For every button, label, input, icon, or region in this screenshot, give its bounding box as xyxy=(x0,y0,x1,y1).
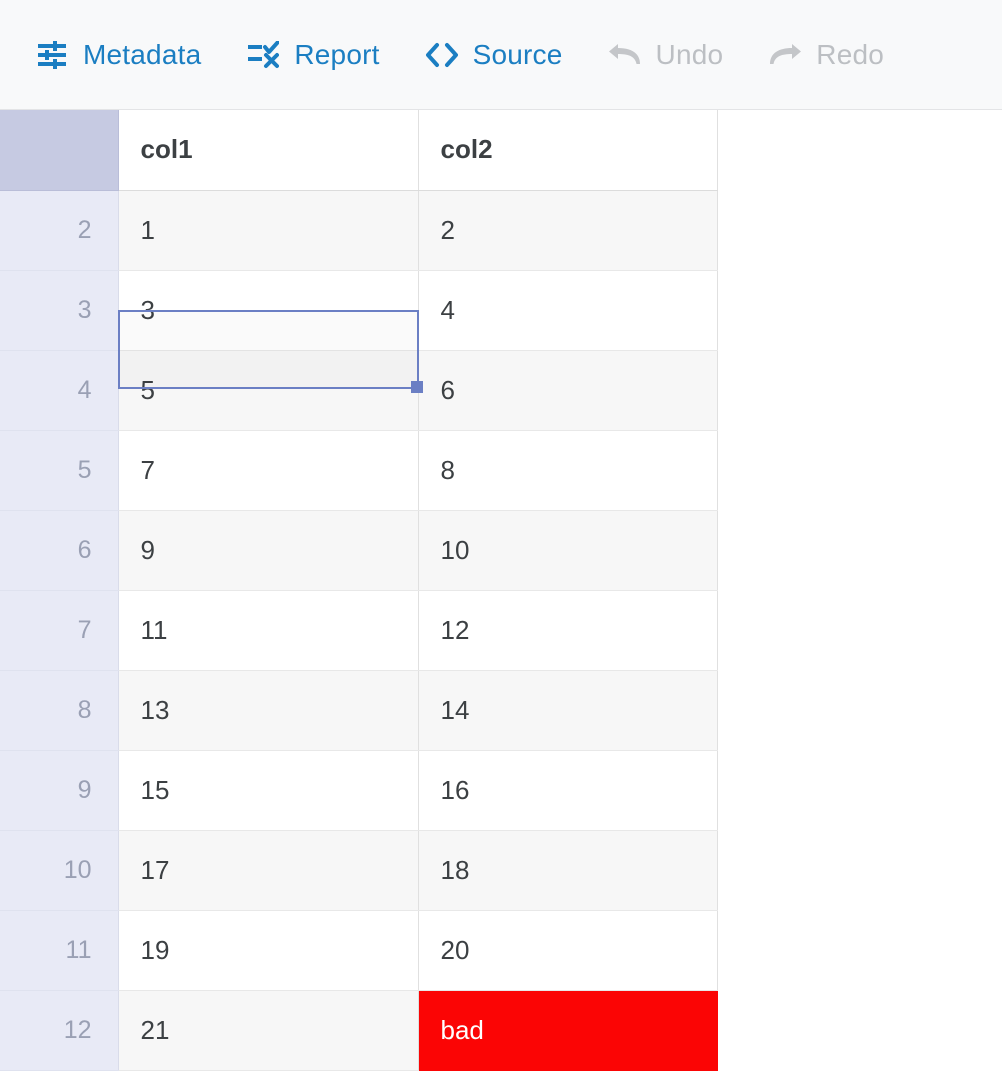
cell-col2[interactable]: 2 xyxy=(418,190,718,271)
code-brackets-icon xyxy=(424,40,460,70)
cell-col2[interactable]: 16 xyxy=(418,750,718,831)
row-number-cell[interactable]: 10 xyxy=(0,830,119,911)
toolbar-button-metadata[interactable]: Metadata xyxy=(34,39,201,71)
spreadsheet-app: Metadata Report Source Undo Redo col1 co… xyxy=(0,0,1002,1084)
toolbar-button-source[interactable]: Source xyxy=(424,39,563,71)
cell-col2-error[interactable]: bad xyxy=(418,990,718,1071)
row-number-cell[interactable]: 11 xyxy=(0,910,119,991)
cell-col2[interactable]: 20 xyxy=(418,910,718,991)
table-row: 334 xyxy=(0,270,718,351)
table-row: 8 13 14 xyxy=(0,670,718,751)
select-all-corner[interactable] xyxy=(0,110,119,191)
cell-col1[interactable]: 7 xyxy=(118,430,419,511)
cell-col2[interactable]: 6 xyxy=(418,350,718,431)
check-x-list-icon xyxy=(245,40,281,70)
table-row: 10 17 18 xyxy=(0,830,718,911)
row-number-cell[interactable]: 5 xyxy=(0,430,119,511)
table-row: 456 xyxy=(0,350,718,431)
toolbar-button-redo[interactable]: Redo xyxy=(767,39,884,71)
toolbar-label-metadata: Metadata xyxy=(83,38,202,70)
cell-col2[interactable]: 14 xyxy=(418,670,718,751)
cell-col1[interactable]: 19 xyxy=(118,910,419,991)
row-number-cell[interactable]: 2 xyxy=(0,190,119,271)
toolbar-label-report: Report xyxy=(294,38,380,70)
row-number-cell[interactable]: 3 xyxy=(0,270,119,351)
spreadsheet-table: col1 col2 2 1 2 3 3 4 4 5 6 5 7 8 6 9 10 7 11 12 8 13 14 9 15 1… xyxy=(0,110,718,1071)
table-row: 7 11 12 xyxy=(0,590,718,671)
table-row: 9 15 16 xyxy=(0,750,718,831)
table-row: 212 xyxy=(0,190,718,271)
row-number-cell[interactable]: 6 xyxy=(0,510,119,591)
cell-col1[interactable]: 9 xyxy=(118,510,419,591)
table-row: 6 9 10 xyxy=(0,510,718,591)
row-number-cell[interactable]: 4 xyxy=(0,350,119,431)
cell-col2[interactable]: 8 xyxy=(418,430,718,511)
toolbar-label-source: Source xyxy=(472,38,563,70)
table-body: 2 1 2 3 3 4 4 5 6 5 7 8 6 9 10 7 11 12 8 13 14 9 15 16 10 17 18 11 1… xyxy=(0,190,718,1071)
cell-col2[interactable]: 12 xyxy=(418,590,718,671)
row-number-cell[interactable]: 12 xyxy=(0,990,119,1071)
column-header-col1[interactable]: col1 xyxy=(118,110,419,191)
toolbar-label-redo: Redo xyxy=(816,38,885,70)
cell-col1[interactable]: 5 xyxy=(118,350,419,431)
row-number-cell[interactable]: 7 xyxy=(0,590,119,671)
table-header: col1 col2 xyxy=(0,110,718,191)
toolbar: Metadata Report Source Undo Redo xyxy=(0,0,1002,110)
table-row: 12 21 bad xyxy=(0,990,718,1071)
toolbar-label-undo: Undo xyxy=(655,38,724,70)
row-number-cell[interactable]: 9 xyxy=(0,750,119,831)
cell-col2[interactable]: 18 xyxy=(418,830,718,911)
data-grid: col1 col2 2 1 2 3 3 4 4 5 6 5 7 8 6 9 10 7 11 12 8 13 14 9 15 1… xyxy=(0,110,1002,1084)
row-number-cell[interactable]: 8 xyxy=(0,670,119,751)
redo-arrow-icon xyxy=(767,40,803,70)
toolbar-button-undo[interactable]: Undo xyxy=(607,39,724,71)
cell-col2[interactable]: 10 xyxy=(418,510,718,591)
cell-col1[interactable]: 11 xyxy=(118,590,419,671)
cell-col1[interactable]: 21 xyxy=(118,990,419,1071)
cell-col1[interactable]: 15 xyxy=(118,750,419,831)
header-row: col1 col2 xyxy=(0,110,718,191)
cell-col1[interactable]: 13 xyxy=(118,670,419,751)
cell-col1[interactable]: 1 xyxy=(118,190,419,271)
sliders-icon xyxy=(34,40,70,70)
cell-col1[interactable]: 3 xyxy=(118,270,419,351)
column-header-col2[interactable]: col2 xyxy=(418,110,718,191)
toolbar-button-report[interactable]: Report xyxy=(245,39,379,71)
cell-col2[interactable]: 4 xyxy=(418,270,718,351)
undo-arrow-icon xyxy=(607,40,643,70)
cell-col1[interactable]: 17 xyxy=(118,830,419,911)
table-row: 578 xyxy=(0,430,718,511)
table-row: 11 19 20 xyxy=(0,910,718,991)
